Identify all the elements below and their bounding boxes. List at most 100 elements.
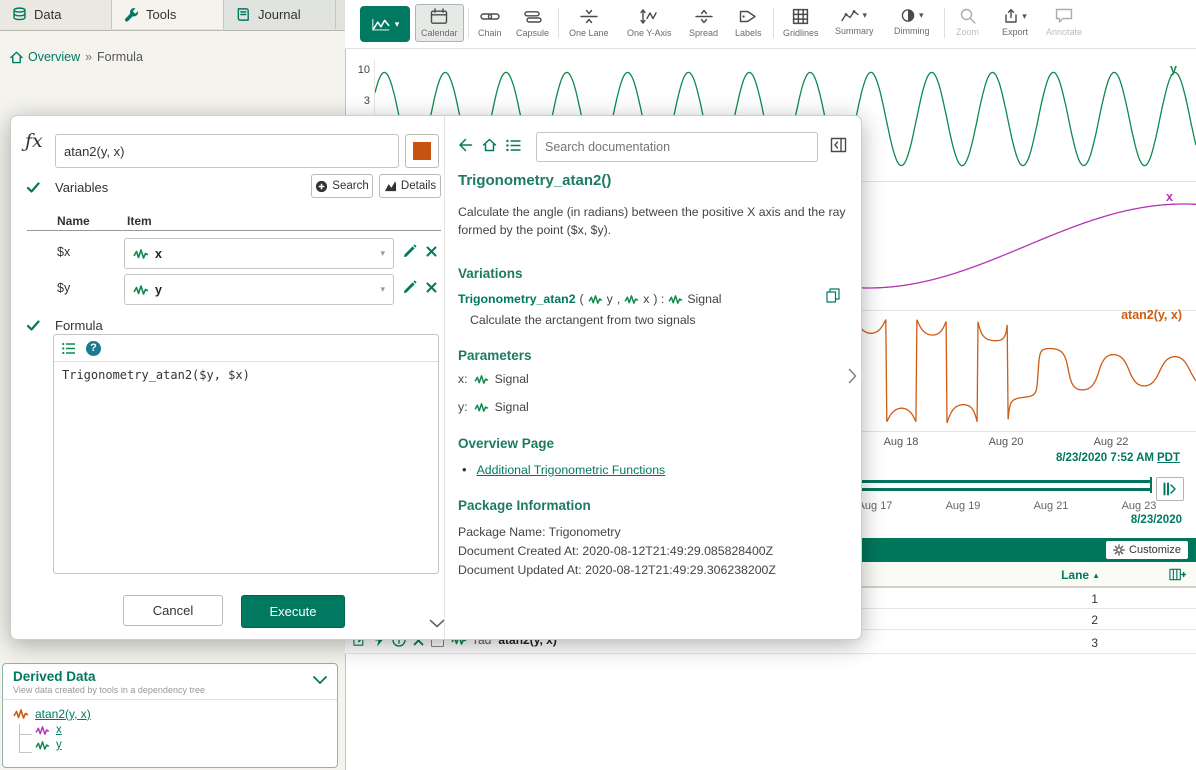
magnifier-icon xyxy=(960,8,976,24)
package-updated: Document Updated At: 2020-08-12T21:49:29… xyxy=(458,562,776,580)
check-icon xyxy=(27,182,40,193)
home-icon[interactable] xyxy=(10,51,23,64)
derived-data-title: Derived Data xyxy=(13,669,327,684)
sort-asc-icon: ▲ xyxy=(1092,571,1100,580)
add-column-icon[interactable] xyxy=(1169,567,1186,582)
formula-section-title: Formula xyxy=(55,318,103,333)
lane-column-header[interactable]: Lane ▲ xyxy=(1061,568,1100,582)
tree-child-link[interactable]: x xyxy=(56,724,62,736)
execute-button[interactable]: Execute xyxy=(241,595,345,628)
formula-editor[interactable]: ? Trigonometry_atan2($y, $x) xyxy=(53,334,439,574)
gear-icon xyxy=(1113,544,1125,556)
journal-icon xyxy=(236,7,251,22)
bullet: • xyxy=(462,462,467,477)
docs-title: Trigonometry_atan2() xyxy=(458,172,611,189)
toolbar-dimming-button[interactable]: ▾ Dimming xyxy=(888,4,936,40)
variables-search-button[interactable]: Search xyxy=(311,174,373,198)
chevron-right-icon[interactable] xyxy=(848,368,857,384)
trig-functions-link[interactable]: Additional Trigonometric Functions xyxy=(477,463,666,477)
table-header-rule xyxy=(27,230,441,231)
edit-pencil-icon[interactable] xyxy=(403,244,417,258)
range-step-control[interactable] xyxy=(1156,477,1184,501)
docs-description: Calculate the angle (in radians) between… xyxy=(458,204,850,240)
remove-variable-icon[interactable] xyxy=(426,282,437,293)
overview-page-heading: Overview Page xyxy=(458,436,554,451)
signal-icon xyxy=(35,725,50,736)
variable-item-dropdown[interactable]: y ▾ xyxy=(124,274,394,305)
toolbar-one-lane-button[interactable]: One Lane xyxy=(563,4,615,42)
speech-bubble-icon xyxy=(1055,8,1073,24)
timezone-link[interactable]: PDT xyxy=(1157,452,1180,464)
variation-signature: Trigonometry_atan2 ( y , x ) : Signal xyxy=(458,292,850,306)
variable-name: $y xyxy=(57,281,70,295)
column-header-name: Name xyxy=(57,214,90,228)
grid-icon xyxy=(792,8,809,25)
toolbar-calendar-button[interactable]: Calendar xyxy=(415,4,464,42)
variation-description: Calculate the arctangent from two signal… xyxy=(470,312,850,330)
caret-down-icon: ▾ xyxy=(862,11,867,20)
parameters-heading: Parameters xyxy=(458,348,532,363)
toolbar-labels-button[interactable]: Labels xyxy=(729,4,768,42)
toolbar-one-y-axis-button[interactable]: One Y-Axis xyxy=(621,4,678,42)
function-list-icon[interactable] xyxy=(62,342,76,355)
copy-icon[interactable] xyxy=(826,288,840,303)
variable-name: $x xyxy=(57,245,70,259)
tree-child-link[interactable]: y xyxy=(56,739,62,751)
signal-icon xyxy=(474,402,489,413)
derived-data-panel: Derived Data View data created by tools … xyxy=(2,663,338,768)
variables-details-button[interactable]: Details xyxy=(379,174,441,198)
color-picker-button[interactable] xyxy=(405,134,439,168)
tab-data-label: Data xyxy=(34,7,61,22)
docs-search-input[interactable] xyxy=(536,132,818,162)
signal-icon xyxy=(133,248,149,260)
parameter-row: y: Signal xyxy=(458,400,529,414)
signal-icon xyxy=(668,294,683,305)
toolbar-chain-button[interactable]: Chain xyxy=(472,4,508,42)
edit-pencil-icon[interactable] xyxy=(403,280,417,294)
tab-data[interactable]: Data xyxy=(0,0,112,29)
back-icon[interactable] xyxy=(458,138,473,152)
tab-journal-label: Journal xyxy=(258,7,301,22)
package-name: Package Name: Trigonometry xyxy=(458,524,621,542)
wrench-icon xyxy=(124,7,139,22)
tab-tools[interactable]: Tools xyxy=(112,0,224,29)
one-y-axis-icon xyxy=(640,8,658,25)
toolbar-zoom-button[interactable]: Zoom xyxy=(950,4,985,41)
collapse-chevron-icon[interactable] xyxy=(313,676,327,684)
variable-item-dropdown[interactable]: x ▾ xyxy=(124,238,394,269)
toolbar-separator xyxy=(944,8,945,38)
breadcrumb-overview-link[interactable]: Overview xyxy=(28,50,80,64)
derived-data-header[interactable]: Derived Data View data created by tools … xyxy=(3,664,337,700)
cancel-button[interactable]: Cancel xyxy=(123,595,223,626)
editor-toolbar: ? xyxy=(54,335,438,362)
tree-root-link[interactable]: atan2(y, x) xyxy=(35,707,91,721)
display-mode-dropdown[interactable]: ▾ xyxy=(360,6,410,42)
caret-down-icon: ▾ xyxy=(380,285,385,294)
tab-journal[interactable]: Journal xyxy=(224,0,336,29)
formula-code[interactable]: Trigonometry_atan2($y, $x) xyxy=(54,362,438,388)
derived-data-tree: atan2(y, x) x y xyxy=(3,700,337,758)
help-icon[interactable]: ? xyxy=(86,341,101,356)
tree-connector xyxy=(19,724,32,753)
trend-icon xyxy=(371,17,391,32)
x-axis-tick: Aug 20 xyxy=(978,436,1034,448)
toolbar-summary-button[interactable]: ▾ Summary xyxy=(829,4,880,40)
index-list-icon[interactable] xyxy=(506,139,521,152)
home-icon[interactable] xyxy=(482,138,497,152)
range-end-handle[interactable] xyxy=(1150,477,1152,493)
expand-pane-icon[interactable] xyxy=(830,137,847,153)
range-tick: Aug 19 xyxy=(939,500,987,512)
customize-button[interactable]: Customize xyxy=(1106,541,1188,559)
export-icon xyxy=(1003,8,1019,24)
toolbar-annotate-button[interactable]: Annotate xyxy=(1040,4,1088,41)
formula-name-input[interactable] xyxy=(55,134,399,168)
variables-section-title: Variables xyxy=(55,180,108,195)
derived-data-subtitle: View data created by tools in a dependen… xyxy=(13,685,327,695)
remove-variable-icon[interactable] xyxy=(426,246,437,257)
toolbar-capsule-button[interactable]: Capsule xyxy=(510,4,555,42)
toolbar-spread-button[interactable]: Spread xyxy=(683,4,724,42)
toolbar-gridlines-button[interactable]: Gridlines xyxy=(777,4,825,42)
variations-heading: Variations xyxy=(458,266,523,281)
toolbar-export-button[interactable]: ▾ Export xyxy=(996,4,1034,41)
collapse-panel-chevron-icon[interactable] xyxy=(429,619,445,628)
